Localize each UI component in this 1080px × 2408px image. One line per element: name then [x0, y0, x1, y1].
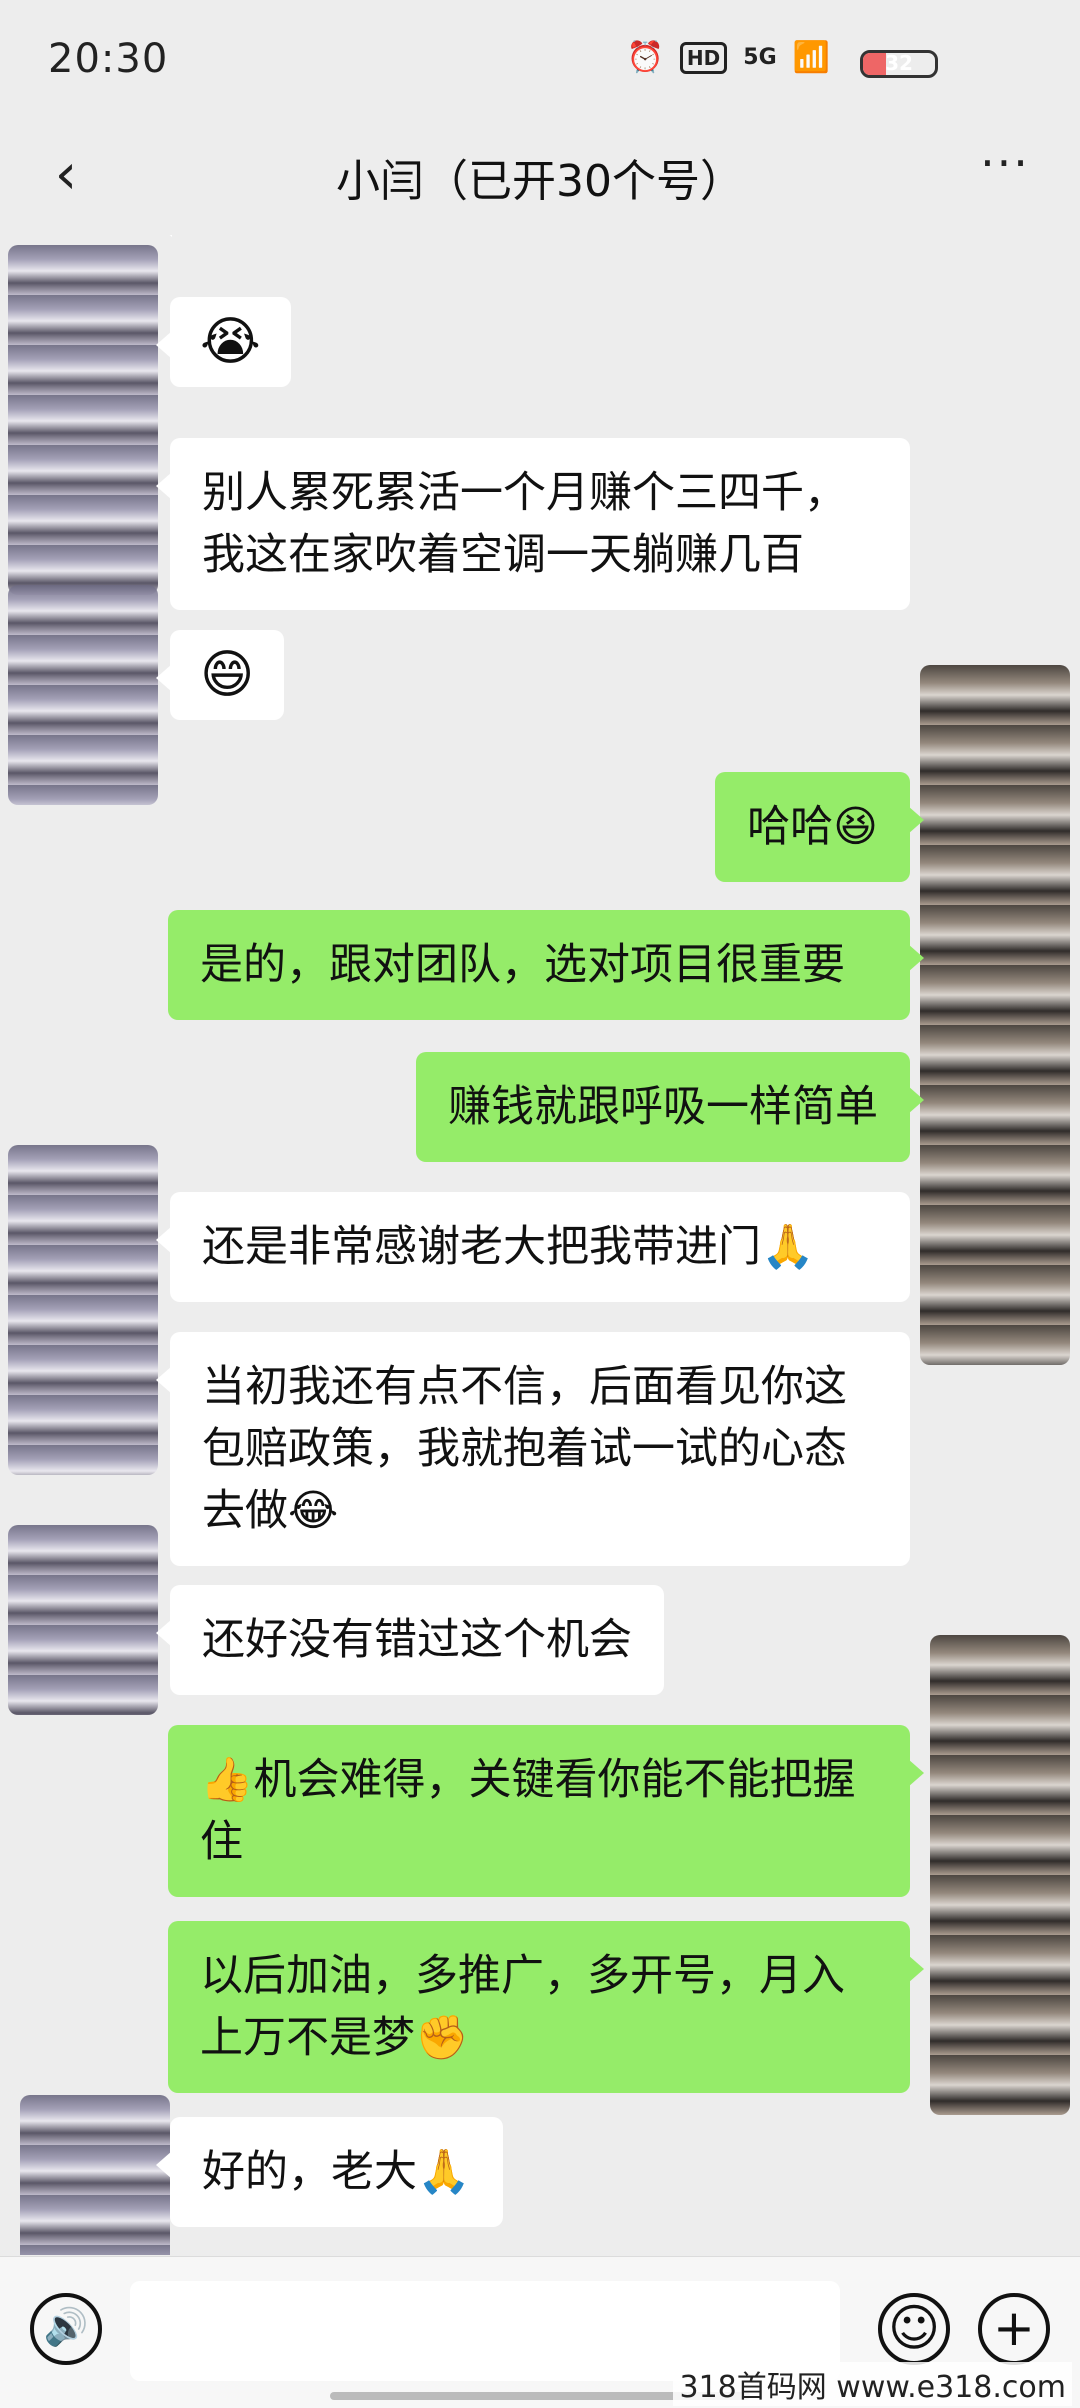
message-bubble-outgoing[interactable]: 哈哈😆	[715, 772, 924, 882]
contact-avatar[interactable]	[20, 2095, 170, 2255]
battery-icon: 32	[860, 50, 938, 78]
message-bubble-incoming[interactable]: 😄	[155, 630, 285, 720]
status-bar: 20:30 ⏰ HD 5G 📶 32	[0, 0, 1080, 125]
message-bubble-incoming[interactable]: 😭	[156, 297, 291, 387]
message-bubble-outgoing[interactable]: 👍机会难得，关键看你能不能把握住	[168, 1725, 924, 1897]
contact-avatar[interactable]	[8, 585, 158, 805]
hd-icon: HD	[679, 41, 728, 74]
message-bubble-incoming[interactable]: 还好没有错过这个机会	[156, 1585, 664, 1695]
status-icons: ⏰ HD 5G 📶	[627, 40, 830, 75]
message-bubble-outgoing[interactable]: 赚钱就跟呼吸一样简单	[416, 1052, 924, 1162]
voice-input-icon[interactable]: 🔊	[30, 2293, 102, 2365]
message-input-bar: 🔊 ☺ + 318首码网 www.e318.com	[0, 2256, 1080, 2408]
wifi-icon: 📶	[792, 40, 830, 75]
message-bubble-incoming[interactable]: 当初我还有点不信，后面看见你这包赔政策，我就抱着试一试的心态去做😂	[156, 1332, 910, 1566]
chat-title: 小闫（已开30个号）	[336, 156, 744, 207]
emoji-icon[interactable]: ☺	[878, 2293, 950, 2365]
contact-avatar[interactable]	[8, 1145, 158, 1475]
message-bubble-outgoing[interactable]: 是的，跟对团队，选对项目很重要	[168, 910, 924, 1020]
chat-header: ‹ 小闫（已开30个号） ···	[0, 125, 1080, 235]
message-bubble-incoming[interactable]: 好的，老大🙏	[156, 2117, 503, 2227]
alarm-icon: ⏰	[626, 40, 664, 75]
contact-avatar[interactable]	[8, 1525, 158, 1715]
status-time: 20:30	[48, 36, 169, 82]
message-bubble-outgoing[interactable]: 以后加油，多推广，多开号，月入上万不是梦✊	[168, 1921, 924, 2093]
battery-level: 32	[885, 51, 913, 75]
more-actions-icon[interactable]: +	[978, 2293, 1050, 2365]
contact-avatar[interactable]	[8, 245, 158, 595]
message-bubble-incoming[interactable]: 别人累死累活一个月赚个三四千， 我这在家吹着空调一天躺赚几百	[156, 438, 910, 610]
message-bubble-incoming[interactable]: 还是非常感谢老大把我带进门🙏	[156, 1192, 910, 1302]
chat-message-list[interactable]: 😭 别人累死累活一个月赚个三四千， 我这在家吹着空调一天躺赚几百 😄 哈哈😆 是…	[0, 235, 1080, 2255]
own-avatar[interactable]	[920, 665, 1070, 1365]
own-avatar[interactable]	[930, 1635, 1070, 2115]
watermark: 318首码网 www.e318.com	[673, 2362, 1072, 2406]
more-options-button[interactable]: ···	[970, 140, 1040, 203]
signal-icon: 5G	[743, 45, 777, 70]
